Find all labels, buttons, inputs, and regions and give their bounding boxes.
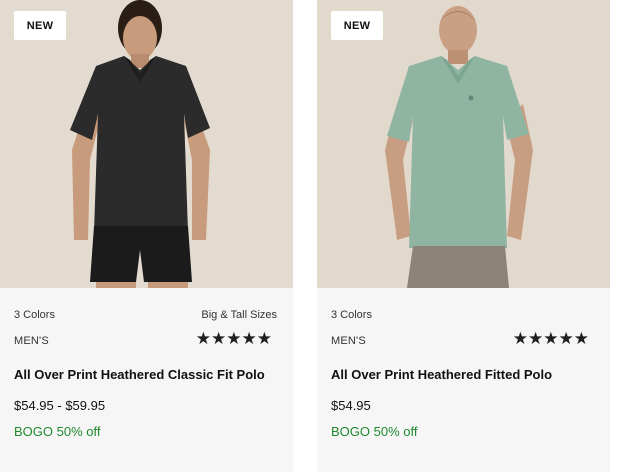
new-badge: NEW xyxy=(14,11,66,40)
product-image[interactable]: NEW xyxy=(0,0,293,288)
star-rating-icon[interactable]: ★★★★★ xyxy=(196,330,272,347)
color-count[interactable]: 3 Colors xyxy=(14,309,55,321)
product-price: $54.95 - $59.95 xyxy=(14,398,106,413)
product-photo-green-polo xyxy=(317,0,610,288)
product-name[interactable]: All Over Print Heathered Fitted Polo xyxy=(331,367,552,382)
promo-text: BOGO 50% off xyxy=(14,424,101,439)
star-rating-icon[interactable]: ★★★★★ xyxy=(513,330,589,347)
product-info: 3 Colors Big & Tall Sizes MEN'S ★★★★★ Al… xyxy=(14,288,277,472)
product-photo-black-polo xyxy=(0,0,293,288)
product-price: $54.95 xyxy=(331,398,371,413)
product-grid: NEW 3 Colors Big & Tall Sizes MEN'S ★★★★… xyxy=(0,0,629,472)
size-availability: Big & Tall Sizes xyxy=(201,309,277,321)
product-info: 3 Colors MEN'S ★★★★★ All Over Print Heat… xyxy=(331,288,594,472)
new-badge: NEW xyxy=(331,11,383,40)
product-category: MEN'S xyxy=(14,335,49,347)
product-card[interactable]: NEW 3 Colors Big & Tall Sizes MEN'S ★★★★… xyxy=(0,0,293,472)
product-card[interactable]: NEW 3 Colors MEN'S ★★★★★ All Over Print … xyxy=(317,0,610,472)
product-category: MEN'S xyxy=(331,335,366,347)
product-image[interactable]: NEW xyxy=(317,0,610,288)
product-name[interactable]: All Over Print Heathered Classic Fit Pol… xyxy=(14,367,265,382)
color-count[interactable]: 3 Colors xyxy=(331,309,372,321)
promo-text: BOGO 50% off xyxy=(331,424,418,439)
